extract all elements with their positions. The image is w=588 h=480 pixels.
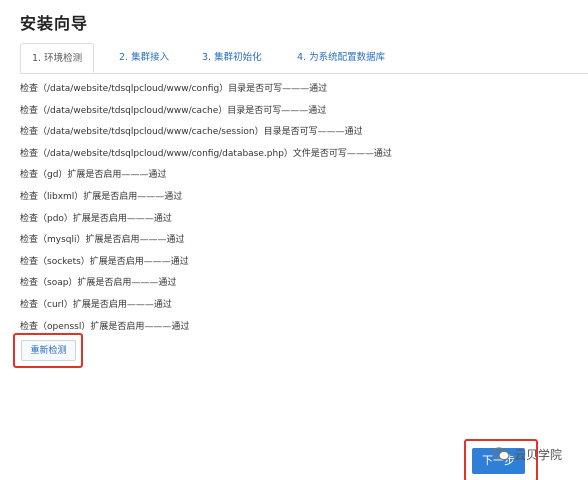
check-results-list: 检查（/data/website/tdsqlpcloud/www/config）… [20,80,580,339]
check-item: 检查（libxml）扩展是否启用———通过 [20,191,183,202]
tab-environment-check[interactable]: 1. 环境检测 [20,43,95,73]
watermark-text: 云贝学院 [514,447,563,462]
check-item: 检查（sockets）扩展是否启用———通过 [20,256,189,267]
retry-check-button[interactable]: 重新检测 [21,340,76,361]
tab-cluster-access[interactable]: 2. 集群接入 [119,43,169,73]
check-item: 检查（pdo）扩展是否启用———通过 [20,213,172,224]
check-item: 检查（/data/website/tdsqlpcloud/www/cache/s… [20,127,363,138]
check-item: 检查（/data/website/tdsqlpcloud/www/config/… [20,148,392,159]
tab-database-config[interactable]: 4. 为系统配置数据库 [297,43,385,73]
check-item: 检查（openssl）扩展是否启用———通过 [20,321,190,332]
wechat-logo-icon [492,447,510,461]
check-item: 检查（soap）扩展是否启用———通过 [20,278,177,289]
page-title: 安装向导 [20,14,89,33]
install-wizard-page: 安装向导 1. 环境检测 2. 集群接入 3. 集群初始化 4. 为系统配置数据… [0,0,588,480]
watermark: 云贝学院 [492,442,562,466]
check-item: 检查（curl）扩展是否启用———通过 [20,299,172,310]
check-item: 检查（mysqli）扩展是否启用———通过 [20,235,185,246]
check-item: 检查（/data/website/tdsqlpcloud/www/cache）目… [20,105,327,116]
check-item: 检查（gd）扩展是否启用———通过 [20,170,167,181]
check-item: 检查（/data/website/tdsqlpcloud/www/config）… [20,84,328,94]
tab-cluster-init[interactable]: 3. 集群初始化 [202,43,262,73]
wizard-tabs: 1. 环境检测 2. 集群接入 3. 集群初始化 4. 为系统配置数据库 [20,43,588,74]
